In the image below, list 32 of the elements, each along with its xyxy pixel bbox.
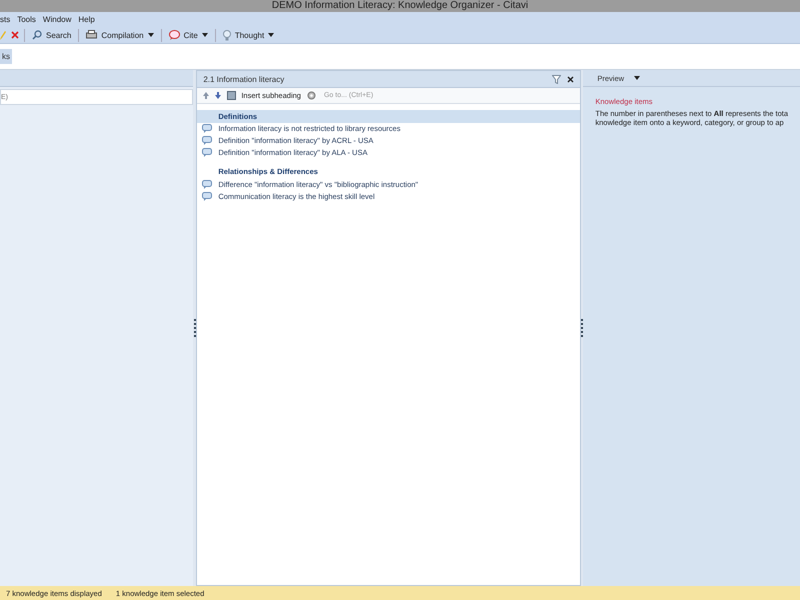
close-icon[interactable] — [566, 76, 574, 82]
caret-icon — [268, 33, 274, 37]
delete-icon[interactable] — [11, 31, 19, 39]
splitter-grip-icon[interactable] — [194, 319, 196, 337]
filter-icon[interactable] — [552, 74, 561, 84]
document-icon — [227, 91, 236, 100]
menu-item[interactable]: Tools — [17, 15, 36, 24]
dropdown-button[interactable]: Compilation — [84, 28, 156, 42]
up-arrow-icon[interactable] — [203, 92, 210, 99]
dropdown-button[interactable]: Cite — [166, 28, 210, 42]
speech-bubble-icon — [168, 30, 180, 40]
comment-icon — [202, 148, 212, 157]
caret-icon[interactable] — [634, 76, 640, 80]
dropdown-button[interactable]: Thought — [220, 28, 276, 42]
printer-icon — [86, 30, 98, 40]
toolbar-button[interactable]: Search — [30, 28, 74, 42]
caret-icon — [148, 33, 154, 37]
splitter-grip-icon[interactable] — [580, 319, 583, 337]
comment-icon — [202, 124, 212, 134]
search-icon — [32, 30, 42, 40]
menu-item[interactable]: Window — [42, 15, 72, 24]
menu-item[interactable]: sts — [0, 15, 10, 24]
panel-title: 2.1 Information literacy — [203, 74, 286, 84]
menu-item[interactable]: Help — [78, 15, 95, 24]
comment-icon — [202, 192, 212, 201]
window-title: DEMO Information Literacy: Knowledge Organizer - Citavi — [272, 0, 528, 11]
ribbon-tab[interactable]: ks — [0, 49, 12, 64]
caret-icon — [202, 33, 208, 37]
comment-icon — [202, 180, 212, 189]
down-arrow-icon[interactable] — [215, 92, 222, 99]
comment-icon — [202, 136, 212, 146]
light-bulb-icon — [222, 30, 231, 40]
